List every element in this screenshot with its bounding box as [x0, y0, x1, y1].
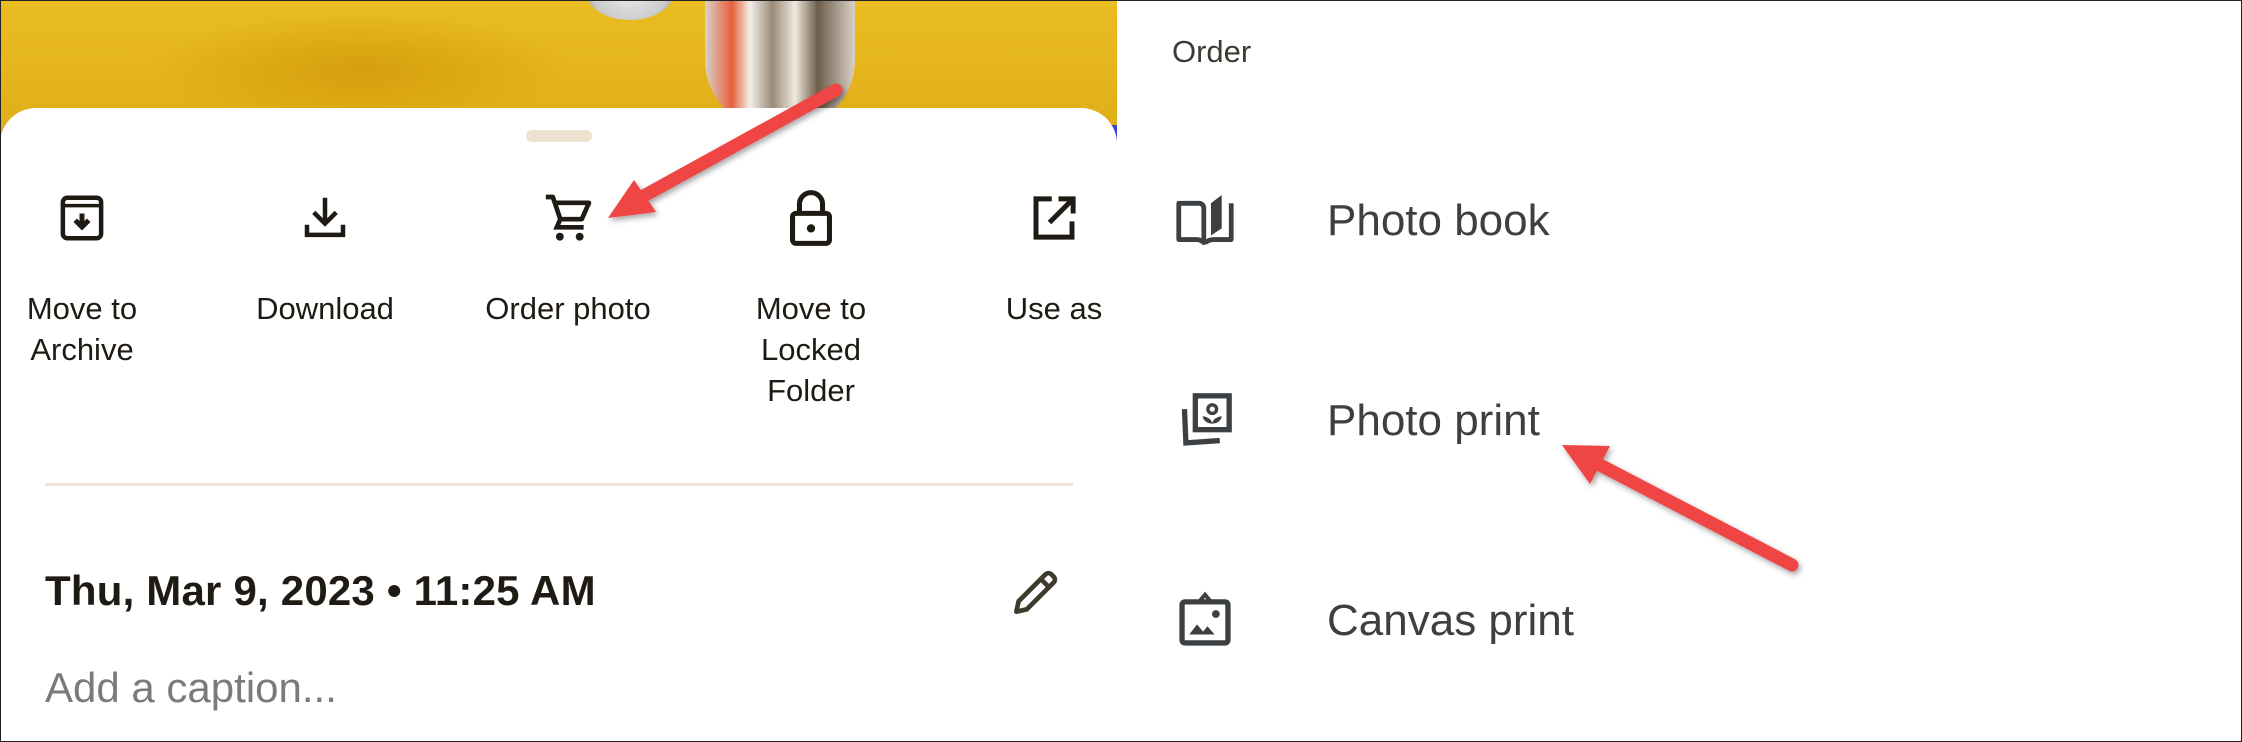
- divider: [45, 483, 1073, 486]
- archive-icon: [52, 188, 112, 248]
- order-menu-panel: Order Photo book Photo print Canvas prin…: [1117, 0, 2242, 742]
- use-as-button[interactable]: Use as: [939, 188, 1117, 329]
- open-in-new-icon: [1024, 188, 1084, 248]
- menu-item-photo-print[interactable]: Photo print: [1117, 363, 2117, 473]
- menu-item-photo-book[interactable]: Photo book: [1117, 163, 2117, 273]
- edit-date-button[interactable]: [1007, 565, 1067, 625]
- download-button[interactable]: Download: [210, 188, 440, 329]
- action-label: Move to Locked Folder: [755, 291, 867, 408]
- action-label: Order photo: [485, 291, 651, 326]
- bottom-sheet: Move to Archive Download Order photo Mov…: [0, 108, 1117, 742]
- menu-item-canvas-print[interactable]: Canvas print: [1117, 563, 2117, 673]
- order-photo-button[interactable]: Order photo: [453, 188, 683, 329]
- lock-icon: [781, 188, 841, 248]
- order-menu-title: Order: [1172, 34, 1252, 69]
- shopping-cart-icon: [538, 188, 598, 248]
- move-to-archive-button[interactable]: Move to Archive: [0, 188, 197, 370]
- pencil-icon: [1007, 570, 1063, 625]
- drag-handle[interactable]: [526, 130, 592, 142]
- date-time-row: Thu, Mar 9, 2023 • 11:25 AM: [45, 565, 1075, 625]
- menu-item-label: Canvas print: [1327, 596, 1575, 645]
- date-time: Thu, Mar 9, 2023 • 11:25 AM: [45, 567, 596, 614]
- action-label: Download: [256, 291, 394, 326]
- canvas-print-icon: [1173, 588, 1237, 652]
- menu-item-label: Photo book: [1327, 196, 1550, 245]
- download-icon: [295, 188, 355, 248]
- menu-item-label: Photo print: [1327, 396, 1540, 445]
- action-label: Use as: [1005, 291, 1103, 326]
- photo-book-icon: [1173, 188, 1237, 252]
- caption-input[interactable]: [45, 660, 945, 716]
- photo-sphere: [585, 0, 675, 20]
- action-row: Move to Archive Download Order photo Mov…: [0, 188, 1117, 428]
- move-to-locked-folder-button[interactable]: Move to Locked Folder: [696, 188, 926, 411]
- photo-detail-panel: Move to Archive Download Order photo Mov…: [0, 0, 1117, 742]
- photo-print-icon: [1173, 388, 1237, 452]
- action-label: Move to Archive: [26, 291, 138, 367]
